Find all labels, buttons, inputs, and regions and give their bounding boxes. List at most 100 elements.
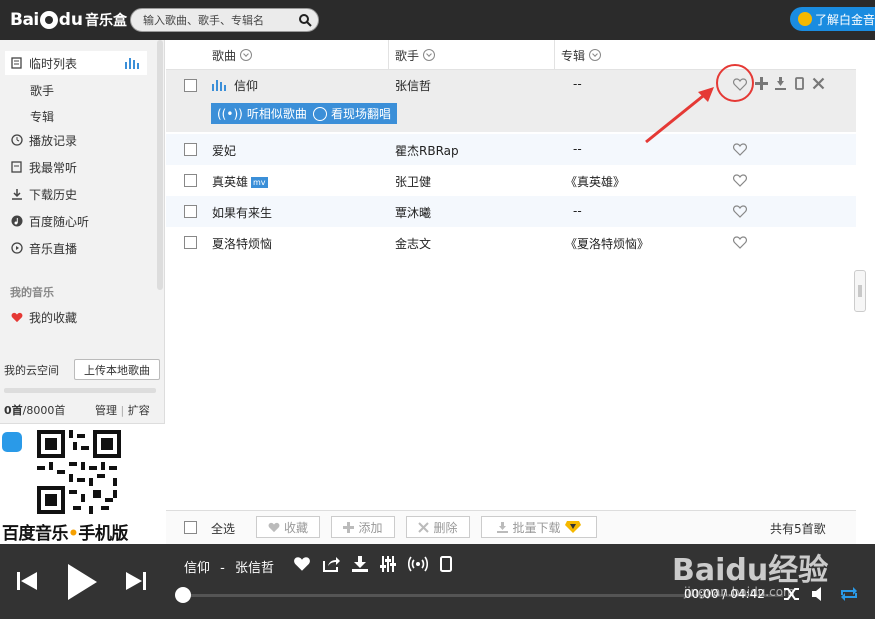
delete-button[interactable]: 删除 bbox=[406, 516, 470, 538]
artist-name[interactable]: 张卫健 bbox=[395, 173, 431, 190]
expand-link[interactable]: 扩容 bbox=[128, 404, 150, 417]
search-input[interactable] bbox=[143, 12, 293, 28]
song-title[interactable]: 夏洛特烦恼 bbox=[212, 235, 272, 252]
download-icon[interactable] bbox=[352, 556, 368, 572]
mobile-icon[interactable] bbox=[793, 77, 806, 90]
album-name[interactable]: 《夏洛特烦恼》 bbox=[565, 235, 649, 252]
select-all-label[interactable]: 全选 bbox=[211, 520, 235, 537]
artist-name[interactable]: 金志文 bbox=[395, 235, 431, 252]
sidebar: 临时列表 歌手 专辑 播放记录 我最常听 下载历史 百度随心听 音乐直播 我的音… bbox=[0, 40, 165, 544]
upload-local-button[interactable]: 上传本地歌曲 bbox=[74, 359, 160, 380]
sidebar-item-radio[interactable]: 百度随心听 bbox=[0, 209, 160, 233]
song-title-cell: 真英雄 mv bbox=[212, 173, 268, 190]
mobile-app-promo[interactable]: 百度音乐•手机版 bbox=[0, 424, 165, 544]
broadcast-icon[interactable] bbox=[408, 556, 428, 572]
next-track-icon[interactable] bbox=[125, 571, 147, 591]
button-label: 添加 bbox=[358, 520, 383, 535]
artist-name[interactable]: 瞿杰RBRap bbox=[395, 142, 459, 159]
download-icon[interactable] bbox=[774, 77, 787, 90]
playlist-icon bbox=[10, 56, 24, 70]
chevron-down-icon[interactable] bbox=[589, 49, 602, 61]
artist-name[interactable]: 张信哲 bbox=[395, 77, 431, 94]
row-checkbox[interactable] bbox=[184, 143, 197, 156]
platinum-promo-button[interactable]: 了解白金音 bbox=[790, 7, 875, 31]
sidebar-item-temp-list[interactable]: 临时列表 bbox=[5, 51, 147, 75]
quota-links: 管理 | 扩容 bbox=[95, 402, 150, 418]
sidebar-item-artist[interactable]: 歌手 bbox=[30, 82, 54, 99]
table-row[interactable]: 夏洛特烦恼 金志文 《夏洛特烦恼》 bbox=[166, 227, 856, 258]
sidebar-item-most-played[interactable]: 我最常听 bbox=[0, 155, 160, 179]
list-toolbar: 全选 收藏 添加 删除 批量下载 共有5首歌 bbox=[166, 510, 856, 544]
add-icon[interactable] bbox=[755, 77, 768, 90]
table-row[interactable]: 爱妃 瞿杰RBRap -- bbox=[166, 134, 856, 165]
column-header-artist[interactable]: 歌手 bbox=[395, 40, 436, 70]
repeat-icon[interactable] bbox=[839, 586, 859, 602]
chevron-down-icon[interactable] bbox=[423, 49, 436, 61]
promo-label: 了解白金音 bbox=[815, 12, 875, 27]
sidebar-item-label: 下载历史 bbox=[29, 187, 78, 202]
row-checkbox[interactable] bbox=[184, 174, 197, 187]
song-title[interactable]: 如果有来生 bbox=[212, 204, 272, 221]
manage-link[interactable]: 管理 bbox=[95, 404, 117, 417]
select-all-checkbox[interactable] bbox=[184, 521, 197, 534]
row-checkbox[interactable] bbox=[184, 236, 197, 249]
baidu-paw-icon bbox=[39, 11, 58, 29]
column-divider bbox=[388, 40, 389, 70]
similar-songs-button[interactable]: ((•)) 听相似歌曲 bbox=[211, 103, 313, 124]
batch-download-button[interactable]: 批量下载 bbox=[481, 516, 597, 538]
search-box bbox=[130, 8, 319, 32]
play-icon[interactable] bbox=[66, 563, 98, 601]
sidebar-item-history[interactable]: 播放记录 bbox=[0, 128, 160, 152]
album-name: -- bbox=[573, 142, 582, 156]
now-playing-title: 信仰 - 张信哲 bbox=[184, 557, 274, 576]
logo-music-text: 音乐盒 bbox=[85, 13, 128, 29]
column-header-album[interactable]: 专辑 bbox=[561, 40, 602, 70]
annotation-arrow bbox=[645, 87, 714, 144]
live-cover-button[interactable]: 看现场翻唱 bbox=[307, 103, 398, 124]
sidebar-item-label: 百度随心听 bbox=[29, 214, 90, 229]
close-icon bbox=[418, 521, 430, 533]
heart-icon[interactable] bbox=[733, 236, 747, 249]
artist-name[interactable]: 覃沐曦 bbox=[395, 204, 431, 221]
album-name[interactable]: 《真英雄》 bbox=[565, 173, 625, 190]
sidebar-item-label: 我最常听 bbox=[29, 160, 78, 175]
top-bar: Bai du 音乐盒 了解白金音 bbox=[0, 0, 875, 40]
heart-icon bbox=[268, 522, 280, 532]
vip-icon bbox=[798, 12, 812, 26]
table-row[interactable]: 如果有来生 覃沐曦 -- bbox=[166, 196, 856, 227]
row-checkbox[interactable] bbox=[184, 205, 197, 218]
equalizer-icon bbox=[125, 58, 139, 69]
column-header-song[interactable]: 歌曲 bbox=[212, 40, 253, 70]
quota-used: 0首 bbox=[4, 404, 23, 417]
song-title[interactable]: 真英雄 bbox=[212, 175, 248, 189]
close-icon[interactable] bbox=[812, 77, 825, 90]
mv-badge[interactable]: mv bbox=[251, 177, 268, 188]
equalizer-settings-icon[interactable] bbox=[380, 556, 396, 572]
heart-icon[interactable] bbox=[733, 174, 747, 187]
sidebar-item-album[interactable]: 专辑 bbox=[30, 108, 54, 125]
share-icon[interactable] bbox=[323, 556, 340, 572]
mobile-icon[interactable] bbox=[440, 556, 452, 572]
panel-collapse-handle[interactable] bbox=[854, 270, 866, 312]
heart-icon[interactable] bbox=[733, 205, 747, 218]
sidebar-item-downloads[interactable]: 下载历史 bbox=[0, 182, 160, 206]
app-logo[interactable]: Bai du 音乐盒 bbox=[10, 9, 127, 31]
heart-filled-icon[interactable] bbox=[293, 556, 311, 572]
search-icon[interactable] bbox=[298, 13, 312, 27]
chevron-down-icon[interactable] bbox=[240, 49, 253, 61]
sidebar-item-favorites[interactable]: 我的收藏 bbox=[0, 305, 160, 329]
sidebar-item-live[interactable]: 音乐直播 bbox=[0, 236, 160, 260]
heart-icon[interactable] bbox=[733, 143, 747, 156]
row-checkbox[interactable] bbox=[184, 79, 197, 92]
song-title[interactable]: 爱妃 bbox=[212, 142, 236, 159]
vip-diamond-icon bbox=[564, 521, 581, 533]
favorite-button[interactable]: 收藏 bbox=[256, 516, 320, 538]
player-actions bbox=[293, 556, 452, 572]
progress-knob[interactable] bbox=[175, 587, 191, 603]
sidebar-item-label: 临时列表 bbox=[29, 56, 78, 71]
add-button[interactable]: 添加 bbox=[331, 516, 395, 538]
song-title[interactable]: 信仰 bbox=[234, 77, 258, 94]
previous-track-icon[interactable] bbox=[16, 571, 38, 591]
annotation-circle bbox=[716, 64, 754, 102]
table-row[interactable]: 真英雄 mv 张卫健 《真英雄》 bbox=[166, 165, 856, 196]
